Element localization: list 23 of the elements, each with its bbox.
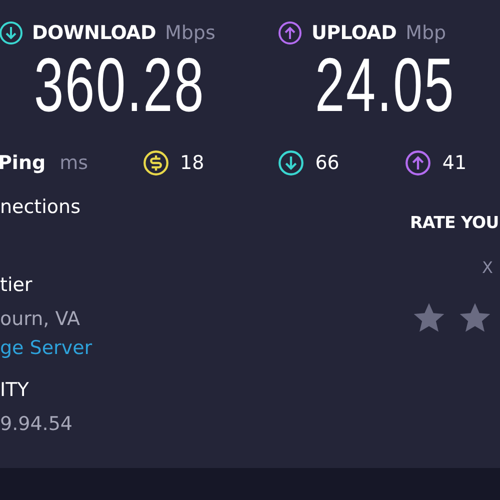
unit-label: Mbp (406, 22, 446, 44)
upload-icon (405, 150, 432, 176)
server-location: ourn, VA (0, 308, 80, 330)
client-ip: 9.94.54 (0, 413, 73, 435)
unit-label: ms (60, 152, 88, 174)
upload-icon (278, 21, 302, 45)
download-icon (0, 21, 23, 45)
server-name: tier (0, 274, 32, 296)
connections-label[interactable]: nections (0, 196, 80, 220)
unit-label: Mbps (164, 22, 216, 44)
change-server-link[interactable]: ge Server (0, 337, 92, 359)
download-icon (278, 150, 304, 176)
speed-value: 24.05 (315, 48, 456, 124)
speed-label: UPLOAD (311, 22, 397, 44)
ping-label: Ping (0, 152, 46, 174)
ping-value: 18 (180, 152, 204, 174)
speed-label: DOWNLOAD (32, 22, 156, 44)
ping-value: 66 (315, 152, 340, 174)
ping-value: 41 (442, 152, 467, 174)
rating-heading: RATE YOU (410, 213, 499, 232)
client-heading: ITY (0, 379, 29, 401)
provider-name: X (482, 258, 493, 277)
speed-value: 360.28 (34, 48, 206, 124)
